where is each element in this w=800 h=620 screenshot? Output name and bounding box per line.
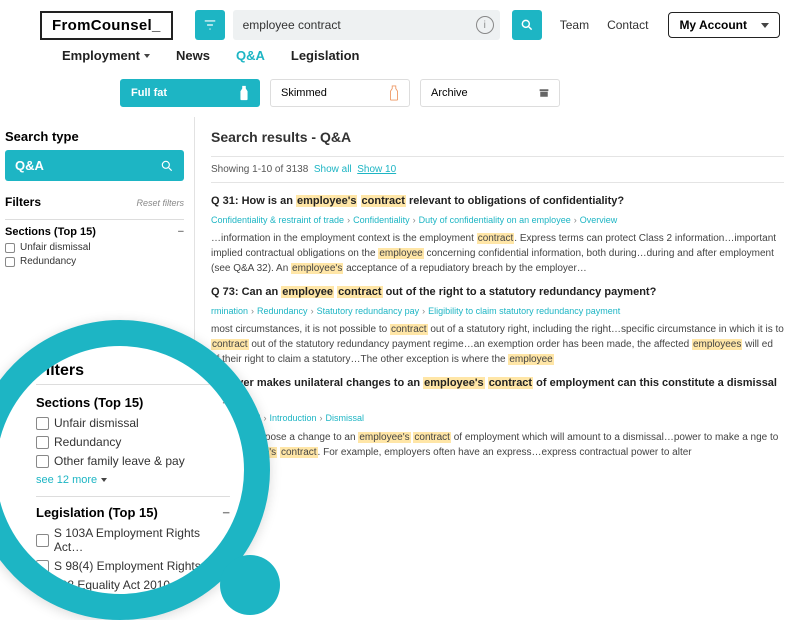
filters-heading: Filters	[5, 195, 41, 209]
archive-icon	[539, 85, 549, 101]
filters-heading: Filters	[36, 362, 84, 380]
nav-news[interactable]: News	[176, 48, 210, 63]
search-type-heading: Search type	[5, 129, 184, 144]
search-type-qa[interactable]: Q&A	[5, 150, 184, 181]
breadcrumb[interactable]: rmination›Redundancy›Statutory redundanc…	[211, 305, 784, 319]
filter-checkbox[interactable]: 108 Equality Act 2010	[36, 578, 230, 592]
search-input-wrap: i	[233, 10, 500, 40]
breadcrumb[interactable]: air dismissal›Introduction›Dismissal	[211, 412, 784, 426]
account-dropdown[interactable]: My Account	[668, 12, 780, 38]
chevron-down-icon	[144, 54, 150, 58]
reset-filters[interactable]: Res	[210, 366, 230, 378]
magnifier-handle	[220, 555, 280, 615]
tab-label: Archive	[431, 87, 468, 99]
results-title: Search results - Q&A	[211, 127, 784, 148]
collapse-icon[interactable]: −	[222, 395, 230, 410]
search-input[interactable]	[243, 18, 470, 32]
tab-fullfat[interactable]: Full fat	[120, 79, 260, 107]
chevron-down-icon	[761, 23, 769, 28]
logo[interactable]: FromCounsel_	[40, 11, 173, 40]
show-all[interactable]: Show all	[314, 164, 352, 175]
search-button[interactable]	[512, 10, 542, 40]
contact-link[interactable]: Contact	[607, 18, 648, 32]
filter-checkbox[interactable]: S 103A Employment Rights Act…	[36, 526, 230, 554]
result-snippet: n seek to impose a change to an employee…	[211, 430, 784, 460]
chevron-down-icon	[101, 478, 107, 482]
result-question[interactable]: Q 31: How is an employee's contract rele…	[211, 193, 784, 210]
result-snippet: most circumstances, it is not possible t…	[211, 322, 784, 367]
nav-employment[interactable]: Employment	[62, 48, 150, 63]
reset-filters[interactable]: Reset filters	[136, 198, 184, 208]
filter-checkbox[interactable]: Redundancy	[36, 435, 230, 449]
bottle-icon	[389, 85, 399, 101]
tab-label: Skimmed	[281, 87, 327, 99]
filter-checkbox[interactable]: Other family leave & pay	[36, 454, 230, 468]
results-panel: Search results - Q&A Showing 1-10 of 313…	[195, 117, 800, 597]
filter-button[interactable]	[195, 10, 225, 40]
legislation-heading: Legislation (Top 15)	[36, 505, 158, 520]
tab-label: Full fat	[131, 87, 167, 99]
tab-archive[interactable]: Archive	[420, 79, 560, 107]
sections-heading: Sections (Top 15)	[36, 395, 143, 410]
filter-checkbox[interactable]: S 98(4) Employment Rights Ac	[36, 559, 230, 573]
see-more[interactable]: see 12 more	[36, 474, 230, 486]
info-icon[interactable]: i	[476, 16, 494, 34]
team-link[interactable]: Team	[560, 18, 589, 32]
filter-checkbox[interactable]: Redundancy	[5, 256, 184, 267]
result-question[interactable]: mployer makes unilateral changes to an e…	[211, 375, 784, 408]
filter-checkbox[interactable]: Unfair dismissal	[36, 416, 230, 430]
tab-skimmed[interactable]: Skimmed	[270, 79, 410, 107]
results-count: Showing 1-10 of 3138 Show all Show 10	[211, 156, 784, 183]
filter-checkbox[interactable]: Unfair dismissal	[5, 242, 184, 253]
collapse-icon[interactable]: −	[178, 226, 184, 238]
nav-qa[interactable]: Q&A	[236, 48, 265, 63]
show-10[interactable]: Show 10	[357, 164, 396, 175]
search-icon	[160, 159, 174, 173]
account-label: My Account	[679, 18, 747, 32]
bottle-icon	[239, 85, 249, 101]
result-snippet: …information in the employment context i…	[211, 231, 784, 276]
nav-legislation[interactable]: Legislation	[291, 48, 360, 63]
breadcrumb[interactable]: Confidentiality & restraint of trade›Con…	[211, 214, 784, 228]
sections-heading: Sections (Top 15)	[5, 226, 96, 238]
result-question[interactable]: Q 73: Can an employee contract out of th…	[211, 284, 784, 301]
collapse-icon[interactable]: −	[222, 505, 230, 520]
